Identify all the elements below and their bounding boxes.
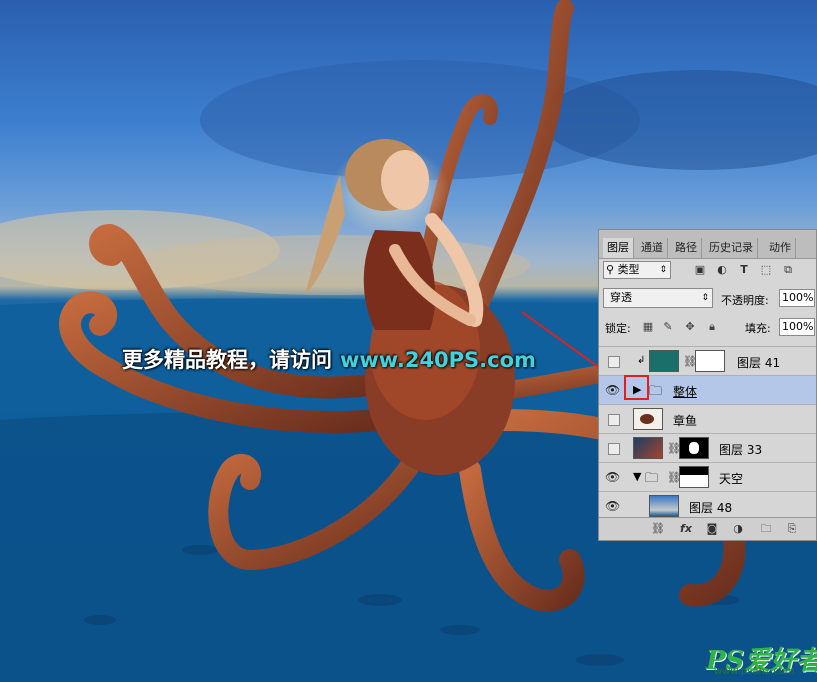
visibility-toggle-off[interactable] (608, 443, 620, 455)
mask-shape (689, 442, 699, 454)
search-icon: ⚲ (606, 263, 615, 276)
opacity-input[interactable]: 100% (779, 289, 815, 307)
layer-name[interactable]: 图层 48 (689, 499, 732, 516)
lock-transparency-icon[interactable]: ▦ (641, 320, 655, 334)
new-group-icon[interactable]: 🗀 (759, 522, 773, 536)
smart-object-thumbnail[interactable] (633, 408, 663, 430)
eye-icon[interactable]: 👁︎ (605, 499, 620, 513)
layer-name[interactable]: 章鱼 (673, 412, 697, 429)
adjustment-layer-icon[interactable]: ◑ (731, 522, 745, 536)
lock-position-icon[interactable]: ✥ (683, 320, 697, 334)
visibility-toggle-off[interactable] (608, 414, 620, 426)
panel-bottom-toolbar: ⛓ fx ◙ ◑ 🗀 ⎘ (599, 517, 816, 540)
tab-actions[interactable]: 动作 (765, 238, 796, 258)
layer-mask-thumbnail[interactable] (679, 437, 709, 459)
layer-mask-thumbnail[interactable] (695, 350, 725, 372)
fill-input[interactable]: 100% (779, 318, 815, 336)
chevron-down-icon: ⇕ (659, 265, 667, 275)
layer-thumbnail[interactable] (649, 350, 679, 372)
folder-icon: 🗀 (645, 471, 659, 486)
group-mask-thumbnail[interactable] (679, 466, 709, 488)
new-layer-icon[interactable]: ⎘ (785, 522, 799, 536)
tab-layers[interactable]: 图层 (603, 238, 634, 258)
fill-label: 填充: (745, 322, 771, 335)
watermark-site-text: www.psahz.com (714, 666, 795, 677)
panel-tabs: 图层 通道 路径 历史记录 动作 (599, 230, 816, 259)
layer-row-group-sky[interactable]: 👁︎ ▼ 🗀 ⛓ 天空 (599, 462, 816, 491)
blend-mode-value: 穿透 (610, 291, 632, 304)
layer-name[interactable]: 图层 41 (737, 354, 780, 371)
layer-name[interactable]: 整体 (673, 383, 697, 400)
promo-text: 更多精品教程，请访问 (122, 348, 332, 372)
lock-all-icon[interactable]: 🔒︎ (705, 320, 719, 334)
tab-channels[interactable]: 通道 (637, 238, 668, 258)
folder-icon: 🗀 (649, 384, 663, 399)
tab-history[interactable]: 历史记录 (705, 238, 758, 258)
layer-name[interactable]: 天空 (719, 470, 743, 487)
smart-object-filter-icon[interactable]: ⧉ (781, 263, 795, 277)
blend-mode-select[interactable]: 穿透 ⇕ (603, 288, 713, 308)
layer-thumbnail[interactable] (633, 437, 663, 459)
chevron-down-icon: ⇕ (701, 293, 709, 303)
fx-icon[interactable]: fx (679, 522, 693, 536)
highlight-box (624, 375, 649, 400)
type-filter-icon[interactable]: T (737, 263, 751, 277)
layer-row-octopus[interactable]: 章鱼 (599, 404, 816, 433)
eye-icon[interactable]: 👁︎ (605, 383, 620, 397)
promo-url[interactable]: www.240PS.com (340, 348, 536, 372)
eye-icon[interactable]: 👁︎ (605, 470, 620, 484)
visibility-toggle-off[interactable] (608, 356, 620, 368)
watermark-logo: PS爱好者 www.psahz.com (706, 640, 817, 680)
clipping-arrow-icon: ↲ (637, 355, 646, 366)
shape-filter-icon[interactable]: ⬚ (759, 263, 773, 277)
adjustment-filter-icon[interactable]: ◐ (715, 263, 729, 277)
promo-overlay: 更多精品教程，请访问 www.240PS.com (122, 344, 536, 374)
image-filter-icon[interactable]: ▣ (693, 263, 707, 277)
link-layers-icon[interactable]: ⛓ (651, 522, 665, 536)
lock-pixels-icon[interactable]: ✎ (661, 320, 675, 334)
opacity-label: 不透明度: (721, 294, 769, 307)
octopus-thumb-shape (640, 414, 654, 424)
layer-row-41[interactable]: ↲ ⛓ 图层 41 (599, 346, 816, 375)
layer-row-48[interactable]: 👁︎ 图层 48 (599, 491, 816, 520)
lock-label: 锁定: (605, 322, 631, 335)
collapse-arrow-icon[interactable]: ▼ (633, 470, 641, 483)
filter-kind-label: 类型 (617, 263, 640, 276)
layer-name[interactable]: 图层 33 (719, 441, 762, 458)
filter-kind-select[interactable]: ⚲ 类型 ⇕ (603, 261, 671, 279)
tab-paths[interactable]: 路径 (671, 238, 702, 258)
layer-row-33[interactable]: ⛓ 图层 33 (599, 433, 816, 462)
layer-thumbnail[interactable] (649, 495, 679, 517)
add-mask-icon[interactable]: ◙ (705, 522, 719, 536)
